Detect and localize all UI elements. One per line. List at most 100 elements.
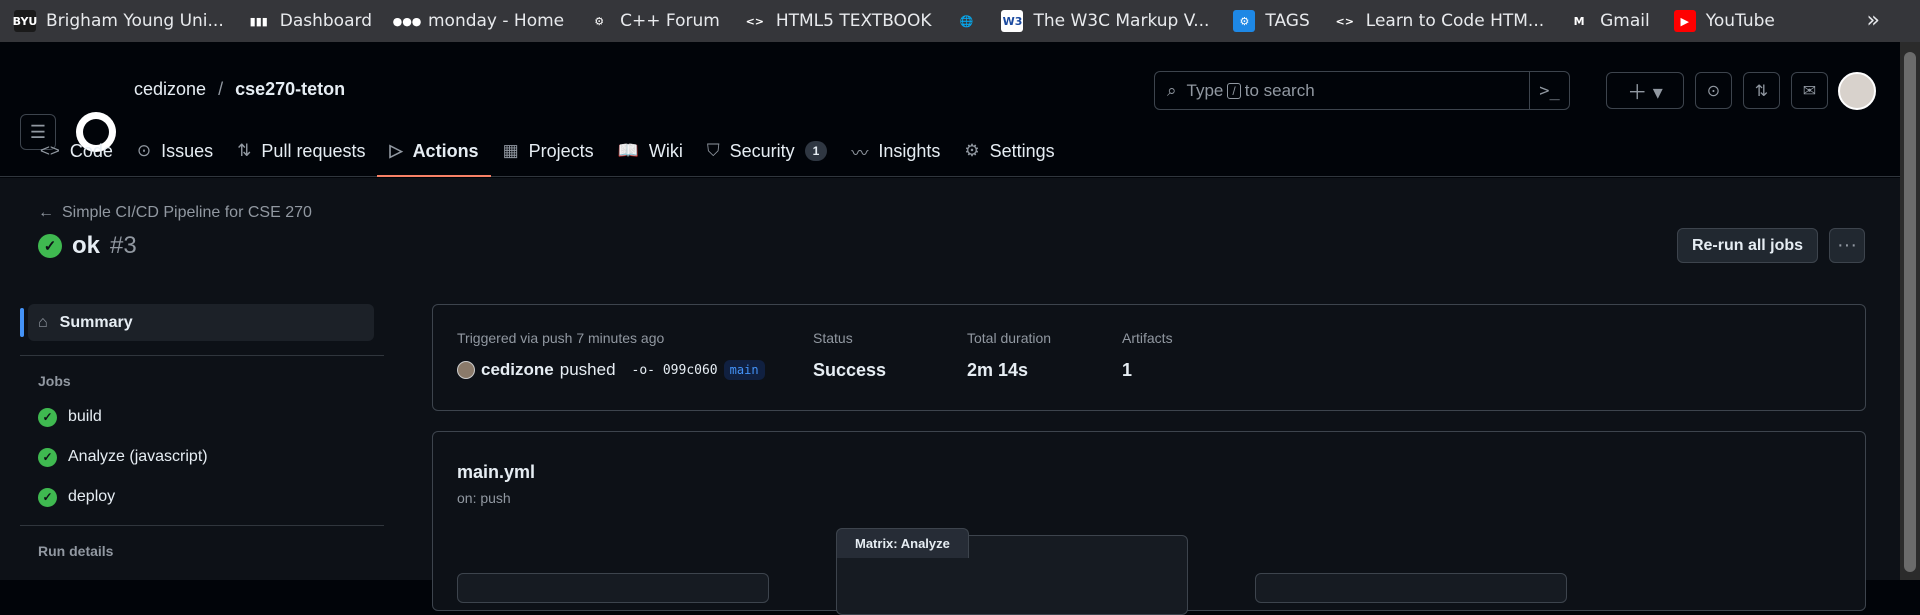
run-details-heading: Run details [38,543,114,559]
avatar[interactable] [1838,72,1876,110]
bookmark-item[interactable]: ▮▮▮ Dashboard [247,10,372,32]
bookmark-label: HTML5 TEXTBOOK [775,11,932,31]
bookmark-item[interactable]: ▶ YouTube [1673,10,1775,32]
bookmark-item[interactable]: ●●● monday - Home [393,10,565,32]
issues-icon: ⊙ [136,141,152,160]
trigger-label: Triggered via push 7 minutes ago [457,330,665,346]
tab-issues[interactable]: ⊙ Issues [125,125,225,177]
tab-label: Actions [412,140,479,161]
scrollbar[interactable] [1900,42,1920,580]
search-input[interactable]: ⌕ Type / to search >_ [1154,71,1570,110]
pull-requests-icon: ⇅ [237,141,252,160]
success-check-icon: ✓ [38,407,57,427]
bookmark-label: Brigham Young Uni... [46,11,224,31]
artifacts-label: Artifacts [1122,330,1173,346]
tab-code[interactable]: <> Code [28,125,125,177]
security-icon: ⛉ [706,141,720,160]
run-title: ✓ ok #3 [38,232,137,260]
rerun-all-jobs-button[interactable]: Re-run all jobs [1677,228,1818,263]
pull-requests-icon[interactable]: ⇅ [1743,72,1780,109]
chart-icon: ▮▮▮ [247,10,270,32]
bookmark-item[interactable]: 🌐 [955,10,978,32]
command-palette-icon[interactable]: >_ [1529,72,1569,109]
tab-wiki[interactable]: 📖 Wiki [606,125,695,177]
duration-value: 2m 14s [967,360,1029,380]
tab-security[interactable]: ⛉ Security 1 [695,125,839,177]
tags-icon: ⚙ [1233,10,1256,32]
jobs-heading: Jobs [38,373,71,389]
breadcrumb: cedizone / cse270-teton [134,79,345,100]
tab-pull-requests[interactable]: ⇅ Pull requests [225,125,377,177]
insights-icon: 〰 [851,143,869,163]
bookmark-item[interactable]: BYU Brigham Young Uni... [13,10,224,32]
inbox-icon[interactable]: ✉ [1791,72,1828,109]
search-shortcut-key: / [1227,82,1241,99]
bookmark-label: YouTube [1705,11,1775,31]
actions-icon: ▷ [389,141,403,160]
projects-icon: ▦ [502,141,519,160]
search-suffix: to search [1244,80,1315,100]
globe-icon: 🌐 [955,10,978,32]
artifacts-value[interactable]: 1 [1122,360,1132,381]
bookmark-item[interactable]: M Gmail [1568,10,1650,32]
bookmarks-overflow-icon[interactable]: » [1867,8,1880,33]
issues-icon[interactable]: ⊙ [1695,72,1732,109]
youtube-icon: ▶ [1673,10,1696,32]
bookmark-label: monday - Home [427,11,565,31]
monday-icon: ●●● [393,10,421,32]
breadcrumb-separator: / [218,79,224,99]
sidebar-job-item[interactable]: ✓ deploy [38,477,384,517]
tab-label: Pull requests [261,140,366,161]
wiki-icon: 📖 [617,141,639,160]
arrow-left-icon: ← [38,204,54,221]
tab-settings[interactable]: ⚙ Settings [952,125,1066,177]
duration-label: Total duration [967,330,1052,346]
workflow-name: Simple CI/CD Pipeline for CSE 270 [62,204,312,221]
w3c-icon: W3 [1001,10,1024,32]
bookmark-item[interactable]: W3 The W3C Markup V... [1001,10,1209,32]
job-label: deploy [68,488,116,505]
success-check-icon: ✓ [38,447,57,467]
workflow-file-name: main.yml [457,462,536,482]
settings-icon: ⚙ [964,141,980,160]
search-prefix: Type [1186,80,1224,100]
workflow-back-link[interactable]: ← Simple CI/CD Pipeline for CSE 270 [38,204,312,222]
tab-label: Settings [989,140,1055,161]
create-new-button[interactable]: ＋ ▾ [1606,72,1684,109]
tab-actions[interactable]: ▷ Actions [377,125,491,177]
push-action: pushed [559,360,616,379]
tab-insights[interactable]: 〰 Insights [839,125,952,177]
commit-sha-link[interactable]: -o- 099c060 [632,363,718,378]
cpp-icon: ⚙ [588,10,611,32]
sidebar-job-item[interactable]: ✓ Analyze (javascript) [38,437,384,477]
bookmark-label: Dashboard [279,11,372,31]
code-icon: <> [40,141,60,160]
bookmark-item[interactable]: ⚙ TAGS [1233,10,1310,32]
repo-nav-tabs: <> Code ⊙ Issues ⇅ Pull requests ▷ Actions ▦ Proj… [28,125,1067,177]
bookmark-item[interactable]: <> Learn to Code HTM... [1333,10,1545,32]
actor-link[interactable]: cedizone [481,360,554,380]
trigger-info: cedizone pushed -o- 099c060 main [457,360,765,380]
run-sidebar: ⌂ Summary Jobs ✓ build ✓ Analyze (javascrip… [20,304,384,559]
job-label: build [68,408,102,425]
bookmark-label: Learn to Code HTM... [1365,11,1545,31]
security-count-badge: 1 [804,141,828,161]
tab-projects[interactable]: ▦ Projects [491,125,606,177]
workflow-graph-card: main.yml on: push Matrix: Analyze [432,431,1866,615]
bookmark-item[interactable]: ⚙ C++ Forum [588,10,720,32]
sidebar-item-label: Summary [59,313,133,331]
bookmark-item[interactable]: <> HTML5 TEXTBOOK [743,10,932,32]
branch-badge[interactable]: main [723,360,765,380]
kebab-menu-icon[interactable]: ··· [1829,228,1865,263]
matrix-label: Matrix: Analyze [836,528,969,558]
sidebar-job-item[interactable]: ✓ build [38,397,384,437]
sidebar-item-summary[interactable]: ⌂ Summary [20,304,374,341]
bookmark-label: C++ Forum [620,11,720,31]
job-node-deploy[interactable] [1255,573,1567,603]
run-page: ← Simple CI/CD Pipeline for CSE 270 ✓ ok… [0,178,1900,615]
repo-name-link[interactable]: cse270-teton [235,79,345,100]
run-name: ok [72,232,101,259]
success-check-icon: ✓ [38,487,57,507]
job-node-build[interactable] [457,573,769,603]
repo-owner-link[interactable]: cedizone [134,79,206,100]
